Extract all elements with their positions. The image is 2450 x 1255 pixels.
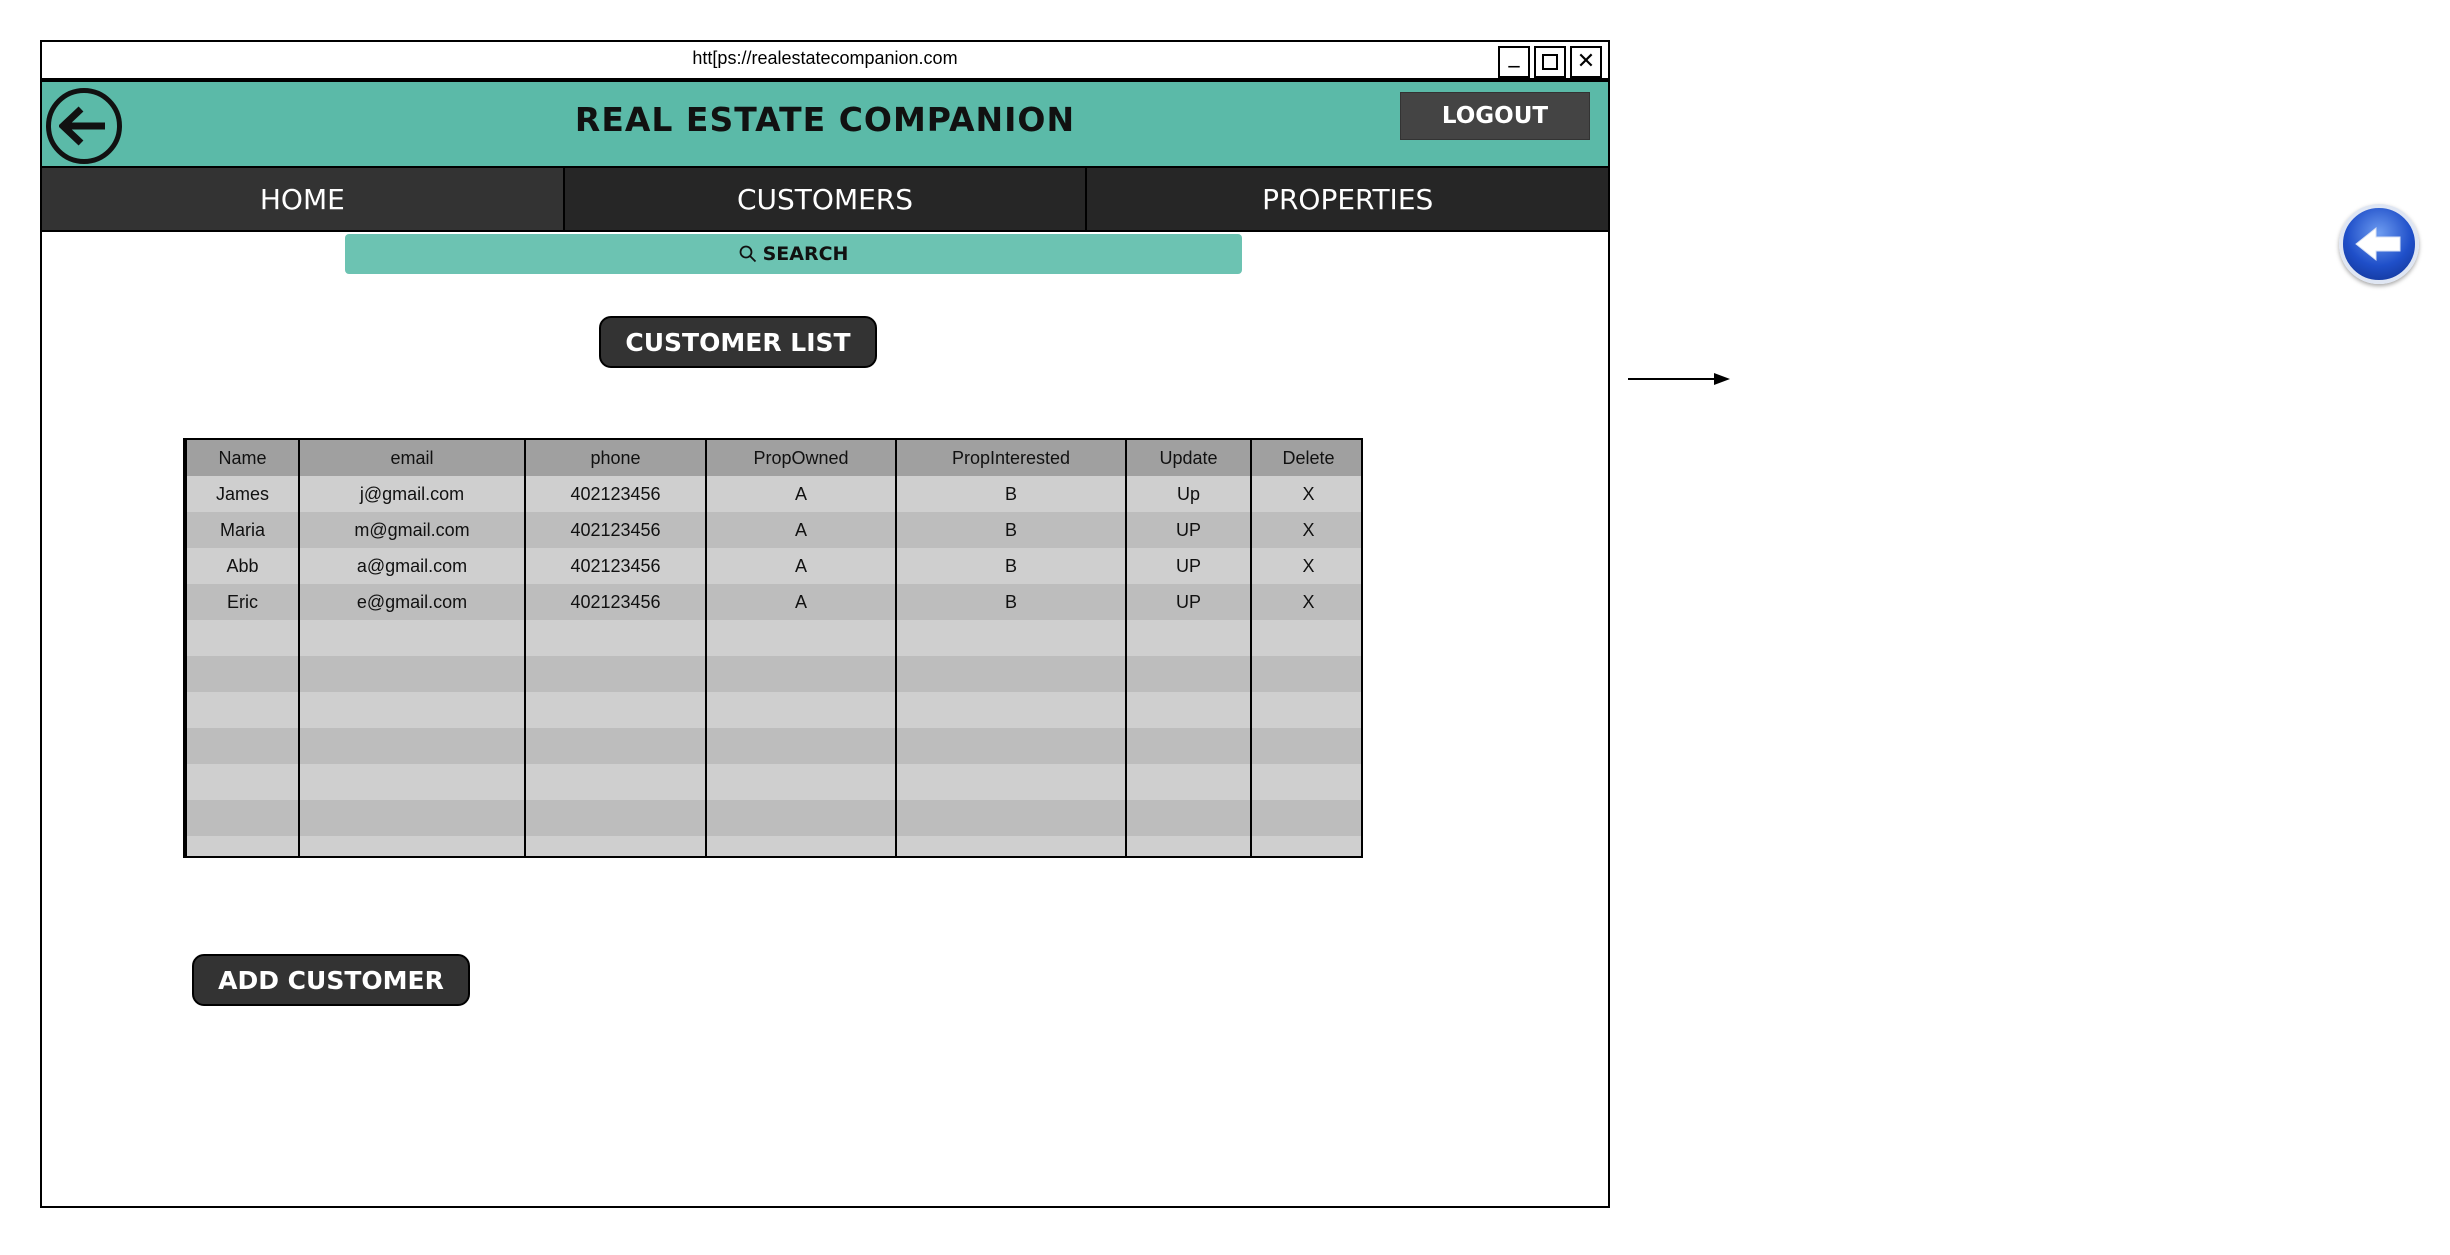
column-header-propowned: PropOwned — [705, 440, 897, 476]
search-bar[interactable]: SEARCH — [345, 234, 1242, 274]
cell-propinterested: B — [895, 512, 1127, 548]
column-header-name: Name — [185, 440, 300, 476]
column-header-propinterested: PropInterested — [895, 440, 1127, 476]
table-row[interactable]: Eric e@gmail.com 402123456 A B UP X — [185, 584, 1361, 620]
cell-email: a@gmail.com — [298, 548, 526, 584]
cell-email: m@gmail.com — [298, 512, 526, 548]
column-header-email: email — [298, 440, 526, 476]
table-row-empty — [185, 692, 1361, 728]
cell-name: Maria — [185, 512, 300, 548]
address-bar[interactable]: htt[ps://realestatecompanion.com — [42, 48, 1608, 69]
cell-propowned: A — [705, 512, 897, 548]
table-row-empty — [185, 620, 1361, 656]
delete-button[interactable]: X — [1250, 548, 1361, 584]
cell-propinterested: B — [895, 476, 1127, 512]
app-window: htt[ps://realestatecompanion.com _ ✕ REA… — [40, 40, 1610, 1208]
arrow-right-icon — [1628, 373, 1730, 385]
column-header-delete: Delete — [1250, 440, 1361, 476]
cell-phone: 402123456 — [524, 584, 707, 620]
cell-propowned: A — [705, 476, 897, 512]
cell-name: James — [185, 476, 300, 512]
delete-button[interactable]: X — [1250, 512, 1361, 548]
customer-list-button[interactable]: CUSTOMER LIST — [599, 316, 877, 368]
back-arrow-icon[interactable] — [2339, 204, 2419, 284]
column-header-phone: phone — [524, 440, 707, 476]
browser-titlebar: htt[ps://realestatecompanion.com _ ✕ — [42, 42, 1608, 82]
main-nav: HOME CUSTOMERS PROPERTIES — [42, 168, 1608, 232]
update-button[interactable]: Up — [1125, 476, 1252, 512]
cell-name: Abb — [185, 548, 300, 584]
cell-propowned: A — [705, 584, 897, 620]
table-row-empty — [185, 800, 1361, 836]
cell-name: Eric — [185, 584, 300, 620]
minimize-button[interactable]: _ — [1498, 45, 1530, 78]
table-row[interactable]: Maria m@gmail.com 402123456 A B UP X — [185, 512, 1361, 548]
nav-properties[interactable]: PROPERTIES — [1087, 168, 1608, 230]
table-row-empty — [185, 836, 1361, 856]
cell-phone: 402123456 — [524, 512, 707, 548]
close-icon: ✕ — [1576, 49, 1596, 74]
nav-home[interactable]: HOME — [42, 168, 565, 230]
update-button[interactable]: UP — [1125, 512, 1252, 548]
add-customer-button[interactable]: ADD CUSTOMER — [192, 954, 470, 1006]
customer-table: Name email phone PropOwned PropIntereste… — [183, 438, 1363, 858]
table-row-empty — [185, 728, 1361, 764]
search-label: SEARCH — [762, 243, 849, 265]
table-row-empty — [185, 764, 1361, 800]
maximize-button[interactable] — [1534, 46, 1566, 78]
update-button[interactable]: UP — [1125, 548, 1252, 584]
cell-email: e@gmail.com — [298, 584, 526, 620]
table-header-row: Name email phone PropOwned PropIntereste… — [185, 440, 1361, 476]
cell-phone: 402123456 — [524, 548, 707, 584]
cell-propinterested: B — [895, 584, 1127, 620]
column-header-update: Update — [1125, 440, 1252, 476]
square-icon — [1542, 54, 1558, 70]
close-button[interactable]: ✕ — [1570, 46, 1602, 78]
nav-customers[interactable]: CUSTOMERS — [565, 168, 1088, 230]
delete-button[interactable]: X — [1250, 584, 1361, 620]
cell-propowned: A — [705, 548, 897, 584]
delete-button[interactable]: X — [1250, 476, 1361, 512]
app-header: REAL ESTATE COMPANION LOGOUT — [42, 82, 1608, 168]
update-button[interactable]: UP — [1125, 584, 1252, 620]
cell-propinterested: B — [895, 548, 1127, 584]
table-row-empty — [185, 656, 1361, 692]
arrow-left-icon — [2355, 226, 2401, 262]
search-icon — [739, 245, 756, 263]
logout-button[interactable]: LOGOUT — [1400, 92, 1590, 140]
table-row[interactable]: Abb a@gmail.com 402123456 A B UP X — [185, 548, 1361, 584]
cell-phone: 402123456 — [524, 476, 707, 512]
cell-email: j@gmail.com — [298, 476, 526, 512]
table-row[interactable]: James j@gmail.com 402123456 A B Up X — [185, 476, 1361, 512]
page-title: REAL ESTATE COMPANION — [574, 100, 1076, 139]
